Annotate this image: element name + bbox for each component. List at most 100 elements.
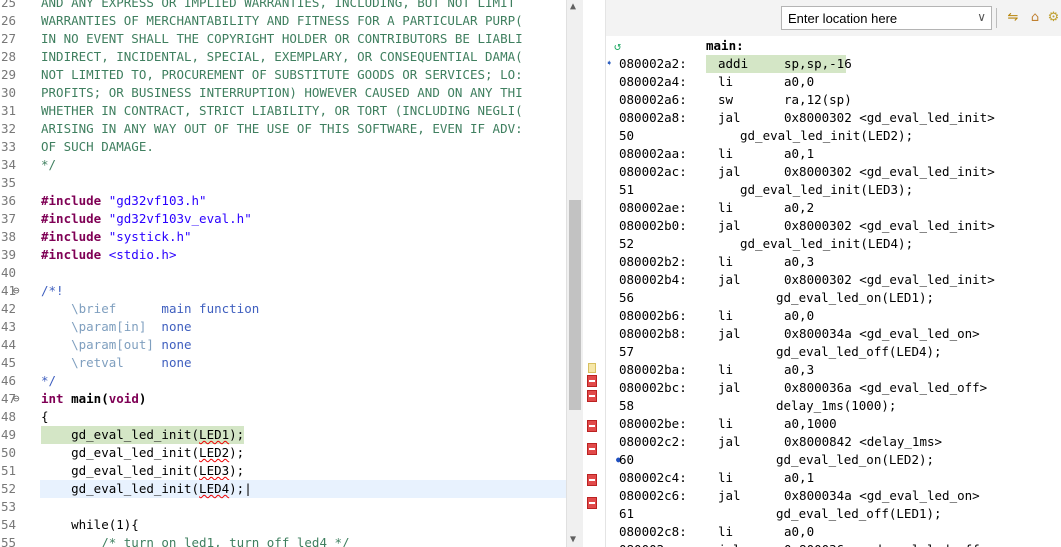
breakpoint-marker[interactable] <box>587 375 597 387</box>
code-line[interactable]: 31 WHETHER IN CONTRACT, STRICT LIABILITY,… <box>0 102 566 120</box>
instruction-row[interactable]: 080002aa: li a0,1 <box>606 145 1061 163</box>
instruction-row[interactable]: 080002c4: li a0,1 <box>606 469 1061 487</box>
instruction-row[interactable]: 080002ac: jal 0x8000302 <gd_eval_led_init> <box>606 163 1061 181</box>
instruction-row[interactable]: 080002b2: li a0,3 <box>606 253 1061 271</box>
instruction-row[interactable]: 080002c8: li a0,0 <box>606 523 1061 541</box>
code-token: */ <box>41 157 57 172</box>
editor-scrollbar[interactable]: ▲ ▼ <box>566 0 583 547</box>
home-icon[interactable]: ⌂ <box>1026 9 1044 27</box>
code-line[interactable]: 51 gd_eval_led_init(LED3); <box>0 462 566 480</box>
instruction-row[interactable]: 080002ae: li a0,2 <box>606 199 1061 217</box>
instruction-operands: 0x8000842 <delay_1ms> <box>784 434 943 449</box>
breakpoint-marker[interactable] <box>587 390 597 402</box>
code-line[interactable]: 28 INDIRECT, INCIDENTAL, SPECIAL, EXEMPLA… <box>0 48 566 66</box>
code-token: "gd32vf103.h" <box>108 193 207 208</box>
instruction-row[interactable]: 080002b0: jal 0x8000302 <gd_eval_led_init> <box>606 217 1061 235</box>
link-with-editor-icon[interactable]: ⇋ <box>1004 9 1022 27</box>
code-line[interactable]: 33 OF SUCH DAMAGE. <box>0 138 566 156</box>
fold-toggle-icon[interactable]: ⊖ <box>13 390 20 408</box>
source-line-number: 58 <box>619 398 635 413</box>
instruction-row[interactable]: 080002c2: jal 0x8000842 <delay_1ms> <box>606 433 1061 451</box>
instruction-address: 080002a2: <box>619 56 687 71</box>
code-line[interactable]: 29 NOT LIMITED TO, PROCUREMENT OF SUBSTIT… <box>0 66 566 84</box>
scroll-down-icon[interactable]: ▼ <box>570 534 576 545</box>
instruction-row[interactable]: 080002c6: jal 0x800034a <gd_eval_led_on> <box>606 487 1061 505</box>
instruction-row[interactable]: ➧ 080002a2: addi sp,sp,-16 <box>606 55 1061 73</box>
scroll-up-icon[interactable]: ▲ <box>570 1 576 12</box>
instruction-row[interactable]: 080002b6: li a0,0 <box>606 307 1061 325</box>
instruction-address: 080002ae: <box>619 200 687 215</box>
instruction-row[interactable]: 080002ca: jal 0x800036a <gd_eval_led_off> <box>606 541 1061 547</box>
code-line[interactable]: 26 WARRANTIES OF MERCHANTABILITY AND FITN… <box>0 12 566 30</box>
code-line[interactable]: 45 \retval none <box>0 354 566 372</box>
chevron-down-icon[interactable]: ∨ <box>977 10 986 24</box>
line-number: 46 <box>1 373 17 388</box>
instruction-row[interactable]: 080002a4: li a0,0 <box>606 73 1061 91</box>
instruction-row[interactable]: 080002a6: sw ra,12(sp) <box>606 91 1061 109</box>
source-line-row[interactable]: 57 gd_eval_led_off(LED4); <box>606 343 1061 361</box>
instruction-row[interactable]: 080002b4: jal 0x8000302 <gd_eval_led_init> <box>606 271 1061 289</box>
code-line[interactable]: 37 #include "gd32vf103v_eval.h" <box>0 210 566 228</box>
function-label: main: <box>706 38 744 53</box>
code-line[interactable]: 54 while(1){ <box>0 516 566 534</box>
source-line-number: 51 <box>619 182 635 197</box>
code-line[interactable]: 35 <box>0 174 566 192</box>
code-text: while(1){ <box>41 516 139 534</box>
instruction-mnemonic: li <box>718 362 734 377</box>
breakpoint-marker[interactable] <box>587 497 597 509</box>
refresh-icon[interactable]: ↺ <box>614 37 621 55</box>
code-line[interactable]: 52 gd_eval_led_init(LED4);| <box>0 480 566 498</box>
code-line[interactable]: 41 ⊖ /*! <box>0 282 566 300</box>
source-line-row[interactable]: 51 gd_eval_led_init(LED3); <box>606 181 1061 199</box>
code-line[interactable]: 55 /* turn on led1, turn off led4 */ <box>0 534 566 547</box>
instruction-row[interactable]: 080002b8: jal 0x800034a <gd_eval_led_on> <box>606 325 1061 343</box>
instruction-row[interactable]: 080002bc: jal 0x800036a <gd_eval_led_off> <box>606 379 1061 397</box>
source-line-row[interactable]: 50 gd_eval_led_init(LED2); <box>606 127 1061 145</box>
code-line[interactable]: 46 */ <box>0 372 566 390</box>
instruction-row[interactable]: 080002a8: jal 0x8000302 <gd_eval_led_init> <box>606 109 1061 127</box>
code-line[interactable]: 42 \brief main function <box>0 300 566 318</box>
function-label-row[interactable]: ↺ main: <box>606 37 1061 55</box>
breakpoint-marker[interactable] <box>587 443 597 455</box>
code-line[interactable]: 34 */ <box>0 156 566 174</box>
code-token: #include <box>41 211 109 226</box>
code-line[interactable]: 36 #include "gd32vf103.h" <box>0 192 566 210</box>
code-line[interactable]: 27 IN NO EVENT SHALL THE COPYRIGHT HOLDER… <box>0 30 566 48</box>
instruction-operands: a0,3 <box>784 254 815 269</box>
code-token: PROFITS; OR BUSINESS INTERRUPTION) HOWEV… <box>41 85 523 100</box>
line-number: 33 <box>1 139 17 154</box>
instruction-mnemonic: jal <box>718 272 741 287</box>
code-line[interactable]: 50 gd_eval_led_init(LED2); <box>0 444 566 462</box>
fold-toggle-icon[interactable]: ⊖ <box>13 282 20 300</box>
code-line[interactable]: 25 AND ANY EXPRESS OR IMPLIED WARRANTIES,… <box>0 0 566 12</box>
source-line-row[interactable]: ● 60 gd_eval_led_on(LED2); <box>606 451 1061 469</box>
scrollbar-thumb[interactable] <box>569 200 581 410</box>
code-line[interactable]: 40 <box>0 264 566 282</box>
code-text: \param[out] none <box>41 336 191 354</box>
source-line-row[interactable]: 56 gd_eval_led_on(LED1); <box>606 289 1061 307</box>
breakpoint-marker[interactable] <box>587 474 597 486</box>
code-line[interactable]: 47 ⊖ int main(void) <box>0 390 566 408</box>
source-editor[interactable]: 25 AND ANY EXPRESS OR IMPLIED WARRANTIES,… <box>0 0 566 547</box>
instruction-operands: a0,1 <box>784 470 815 485</box>
code-line[interactable]: 32 ARISING IN ANY WAY OUT OF THE USE OF T… <box>0 120 566 138</box>
code-line[interactable]: 30 PROFITS; OR BUSINESS INTERRUPTION) HOW… <box>0 84 566 102</box>
line-number: 41 <box>1 283 17 298</box>
breakpoint-marker[interactable] <box>587 420 597 432</box>
source-line-text: delay_1ms(1000); <box>776 398 897 413</box>
code-line[interactable]: 39 #include <stdio.h> <box>0 246 566 264</box>
instruction-row[interactable]: 080002ba: li a0,3 <box>606 361 1061 379</box>
code-line[interactable]: 53 <box>0 498 566 516</box>
code-line[interactable]: 43 \param[in] none <box>0 318 566 336</box>
instruction-row[interactable]: 080002be: li a0,1000 <box>606 415 1061 433</box>
disassembly-view[interactable]: Enter location here ∨ ⇋ ⌂ ⚙ ↺ main: ➧ 08000… <box>606 0 1061 547</box>
code-line[interactable]: 38 #include "systick.h" <box>0 228 566 246</box>
source-line-row[interactable]: 58 delay_1ms(1000); <box>606 397 1061 415</box>
code-line[interactable]: 49 gd_eval_led_init(LED1); <box>0 426 566 444</box>
code-line[interactable]: 48 { <box>0 408 566 426</box>
source-line-row[interactable]: 61 gd_eval_led_off(LED1); <box>606 505 1061 523</box>
source-line-row[interactable]: 52 gd_eval_led_init(LED4); <box>606 235 1061 253</box>
code-line[interactable]: 44 \param[out] none <box>0 336 566 354</box>
sync-icon[interactable]: ⚙ <box>1046 9 1061 27</box>
location-input[interactable]: Enter location here ∨ <box>781 6 992 30</box>
